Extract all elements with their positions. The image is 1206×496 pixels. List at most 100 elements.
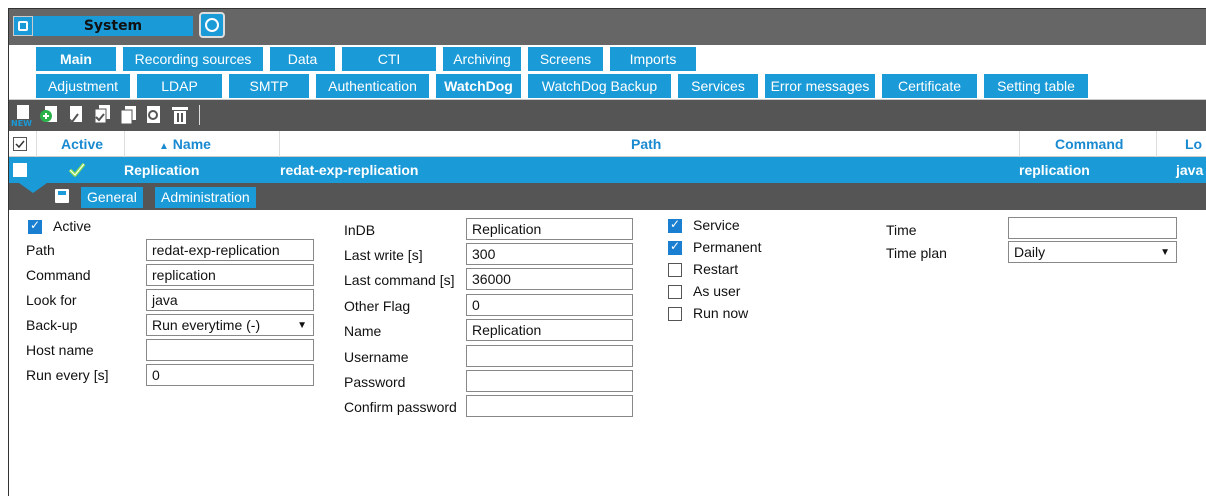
detail-form: Active Path redat-exp-replication Comman… (9, 210, 1206, 496)
tab-general[interactable]: General (81, 187, 143, 208)
tab-data[interactable]: Data (270, 47, 335, 71)
runevery-label: Run every [s] (26, 367, 109, 383)
new-icon[interactable]: NEW (11, 104, 37, 127)
column-divider (1019, 131, 1020, 157)
tab-cti[interactable]: CTI (342, 47, 436, 71)
copy-icon[interactable] (117, 104, 139, 126)
asuser-checkbox[interactable] (668, 285, 682, 299)
row-checkbox[interactable] (13, 163, 27, 177)
lastwrite-label: Last write [s] (344, 247, 423, 263)
runnow-checkbox[interactable] (668, 307, 682, 321)
column-divider (124, 131, 125, 157)
tab-recording-sources[interactable]: Recording sources (123, 47, 263, 71)
password-input[interactable] (466, 370, 633, 392)
grid-header: Active ▲ Name Path Command Lo (9, 131, 1206, 157)
active-checkbox[interactable] (28, 218, 42, 234)
username-label: Username (344, 349, 409, 365)
tab-watchdog-backup[interactable]: WatchDog Backup (528, 74, 671, 98)
path-input[interactable]: redat-exp-replication (146, 239, 314, 261)
service-checkbox[interactable] (668, 217, 682, 233)
indb-input[interactable]: Replication (466, 218, 633, 240)
path-label: Path (26, 242, 55, 258)
add-icon[interactable] (39, 104, 61, 126)
name-label: Name (344, 323, 382, 339)
tab-ldap[interactable]: LDAP (137, 74, 222, 98)
top-bar: System (9, 9, 1206, 45)
tab-imports[interactable]: Imports (610, 47, 696, 71)
hostname-label: Host name (26, 342, 94, 358)
permanent-label: Permanent (693, 239, 762, 255)
svg-text:NEW: NEW (11, 119, 32, 127)
runnow-label: Run now (693, 305, 749, 321)
indb-label: InDB (344, 222, 376, 238)
lastcommand-input[interactable]: 36000 (466, 268, 633, 290)
hostname-input[interactable] (146, 339, 314, 361)
row-path: redat-exp-replication (280, 162, 419, 178)
permanent-checkbox[interactable] (668, 239, 682, 255)
otherflag-input[interactable]: 0 (466, 294, 633, 316)
toolbar-separator (199, 105, 200, 125)
column-lookfor[interactable]: Lo (1185, 131, 1202, 157)
detail-tab-strip: General Administration (9, 183, 1206, 210)
row-lookfor: java (1176, 162, 1204, 178)
column-active[interactable]: Active (61, 131, 103, 157)
tab-archiving[interactable]: Archiving (443, 47, 521, 71)
tab-services[interactable]: Services (678, 74, 758, 98)
tab-error-messages[interactable]: Error messages (765, 74, 875, 98)
row-command: replication (1019, 162, 1090, 178)
confirm-password-input[interactable] (466, 395, 633, 417)
column-path[interactable]: Path (631, 131, 661, 157)
time-input[interactable] (1008, 217, 1177, 239)
active-label: Active (53, 218, 92, 234)
select-all-checkbox[interactable] (13, 137, 27, 151)
backup-label: Back-up (26, 317, 78, 333)
monitor-icon[interactable] (199, 12, 225, 38)
tab-administration[interactable]: Administration (155, 187, 256, 208)
timeplan-label: Time plan (886, 245, 947, 261)
tab-authentication[interactable]: Authentication (316, 74, 429, 98)
selection-pointer (19, 183, 47, 193)
restart-checkbox[interactable] (668, 263, 682, 277)
restart-label: Restart (693, 261, 739, 277)
column-divider (36, 131, 37, 157)
command-input[interactable]: replication (146, 264, 314, 286)
tab-main[interactable]: Main (36, 47, 116, 71)
lookfor-label: Look for (26, 292, 77, 308)
command-label: Command (26, 267, 91, 283)
tab-screens[interactable]: Screens (528, 47, 603, 71)
column-divider (279, 131, 280, 157)
main-tabs: Main Recording sources Data CTI Archivin… (9, 45, 1206, 72)
sort-asc-icon: ▲ (159, 141, 169, 152)
asuser-label: As user (693, 283, 741, 299)
table-row[interactable]: Replication redat-exp-replication replic… (9, 157, 1206, 183)
lastwrite-input[interactable]: 300 (466, 243, 633, 265)
tab-setting-table[interactable]: Setting table (984, 74, 1088, 98)
app-frame: System Main Recording sources Data CTI A… (8, 8, 1206, 496)
tab-certificate[interactable]: Certificate (882, 74, 977, 98)
timeplan-select[interactable]: Daily (1008, 241, 1177, 263)
check-all-icon[interactable] (91, 104, 113, 126)
column-divider (1156, 131, 1157, 157)
backup-select-value: Run everytime (-) (152, 317, 261, 333)
timeplan-select-value: Daily (1014, 244, 1046, 260)
row-name: Replication (124, 162, 200, 178)
system-tab[interactable]: System (33, 16, 193, 36)
system-menu-icon[interactable] (13, 16, 33, 36)
tab-watchdog[interactable]: WatchDog (436, 74, 521, 98)
username-input[interactable] (466, 345, 633, 367)
sub-tabs: Adjustment LDAP SMTP Authentication Watc… (9, 72, 1206, 100)
name-input[interactable]: Replication (466, 319, 633, 341)
toolbar: NEW (9, 100, 1206, 131)
confirm-password-label: Confirm password (344, 399, 457, 415)
backup-select[interactable]: Run everytime (-) (146, 314, 314, 336)
column-name[interactable]: ▲ Name (159, 131, 211, 157)
runevery-input[interactable]: 0 (146, 364, 314, 386)
save-icon[interactable] (55, 189, 69, 203)
settings-doc-icon[interactable] (143, 104, 165, 126)
lookfor-input[interactable]: java (146, 289, 314, 311)
delete-icon[interactable] (169, 104, 191, 126)
tab-smtp[interactable]: SMTP (229, 74, 309, 98)
check-doc-icon[interactable] (65, 104, 87, 126)
tab-adjustment[interactable]: Adjustment (36, 74, 130, 98)
column-command[interactable]: Command (1055, 131, 1123, 157)
